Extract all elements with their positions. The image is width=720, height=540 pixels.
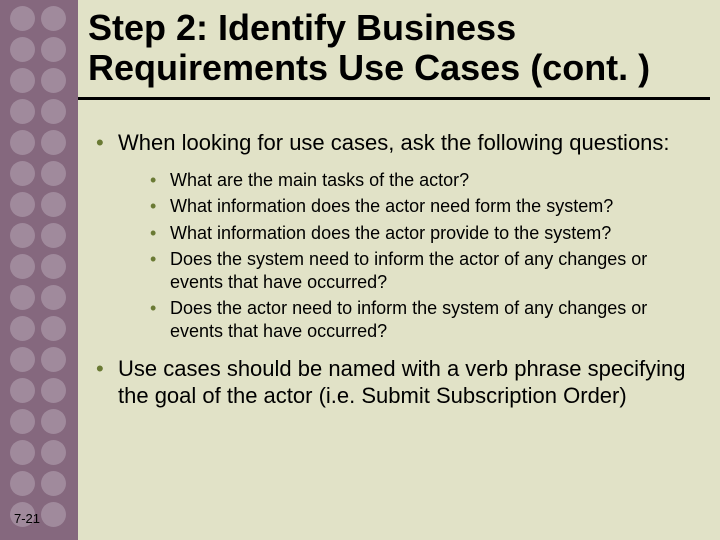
bullet-list-level2: What are the main tasks of the actor? Wh…: [118, 169, 700, 343]
list-item-text: What information does the actor provide …: [170, 223, 611, 243]
dot-icon: [10, 254, 35, 279]
list-item-text: What are the main tasks of the actor?: [170, 170, 469, 190]
slide-title: Step 2: Identify Business Requirements U…: [88, 8, 698, 89]
dot-icon: [41, 68, 66, 93]
dot-icon: [41, 130, 66, 155]
dot-icon: [10, 192, 35, 217]
list-item: What information does the actor provide …: [170, 222, 700, 245]
list-item-text: What information does the actor need for…: [170, 196, 613, 216]
bullet-list-level1: When looking for use cases, ask the foll…: [88, 130, 700, 410]
dot-icon: [41, 192, 66, 217]
list-item: What information does the actor need for…: [170, 195, 700, 218]
dot-icon: [10, 223, 35, 248]
dot-icon: [41, 6, 66, 31]
dot-icon: [41, 502, 66, 527]
dot-icon: [10, 471, 35, 496]
dot-icon: [41, 223, 66, 248]
list-item: Does the system need to inform the actor…: [170, 248, 700, 293]
dot-icon: [10, 99, 35, 124]
dot-icon: [41, 161, 66, 186]
dot-icon: [10, 347, 35, 372]
title-underline: [78, 97, 710, 100]
dot-icon: [41, 285, 66, 310]
dot-icon: [10, 37, 35, 62]
dot-icon: [41, 99, 66, 124]
dot-icon: [10, 285, 35, 310]
dot-icon: [41, 409, 66, 434]
dot-icon: [41, 347, 66, 372]
slide: Step 2: Identify Business Requirements U…: [0, 0, 720, 540]
dot-icon: [41, 37, 66, 62]
dot-icon: [41, 254, 66, 279]
dot-icon: [41, 378, 66, 403]
dot-icon: [10, 378, 35, 403]
list-item-text: Does the system need to inform the actor…: [170, 249, 647, 292]
dot-icon: [10, 130, 35, 155]
dot-icon: [41, 316, 66, 341]
dot-icon: [10, 68, 35, 93]
dot-icon: [10, 161, 35, 186]
page-number: 7-21: [14, 511, 40, 526]
dot-icon: [41, 471, 66, 496]
dot-icon: [10, 316, 35, 341]
list-item: What are the main tasks of the actor?: [170, 169, 700, 192]
dot-icon: [10, 409, 35, 434]
dot-icon: [41, 440, 66, 465]
list-item-text: When looking for use cases, ask the foll…: [118, 130, 670, 155]
list-item-text: Use cases should be named with a verb ph…: [118, 356, 685, 408]
dot-grid: [10, 6, 70, 530]
list-item-text: Does the actor need to inform the system…: [170, 298, 647, 341]
left-decorative-band: [0, 0, 78, 540]
dot-icon: [10, 440, 35, 465]
dot-icon: [10, 6, 35, 31]
list-item: Does the actor need to inform the system…: [170, 297, 700, 342]
list-item: Use cases should be named with a verb ph…: [118, 356, 700, 410]
list-item: When looking for use cases, ask the foll…: [118, 130, 700, 342]
slide-body: When looking for use cases, ask the foll…: [88, 130, 700, 424]
